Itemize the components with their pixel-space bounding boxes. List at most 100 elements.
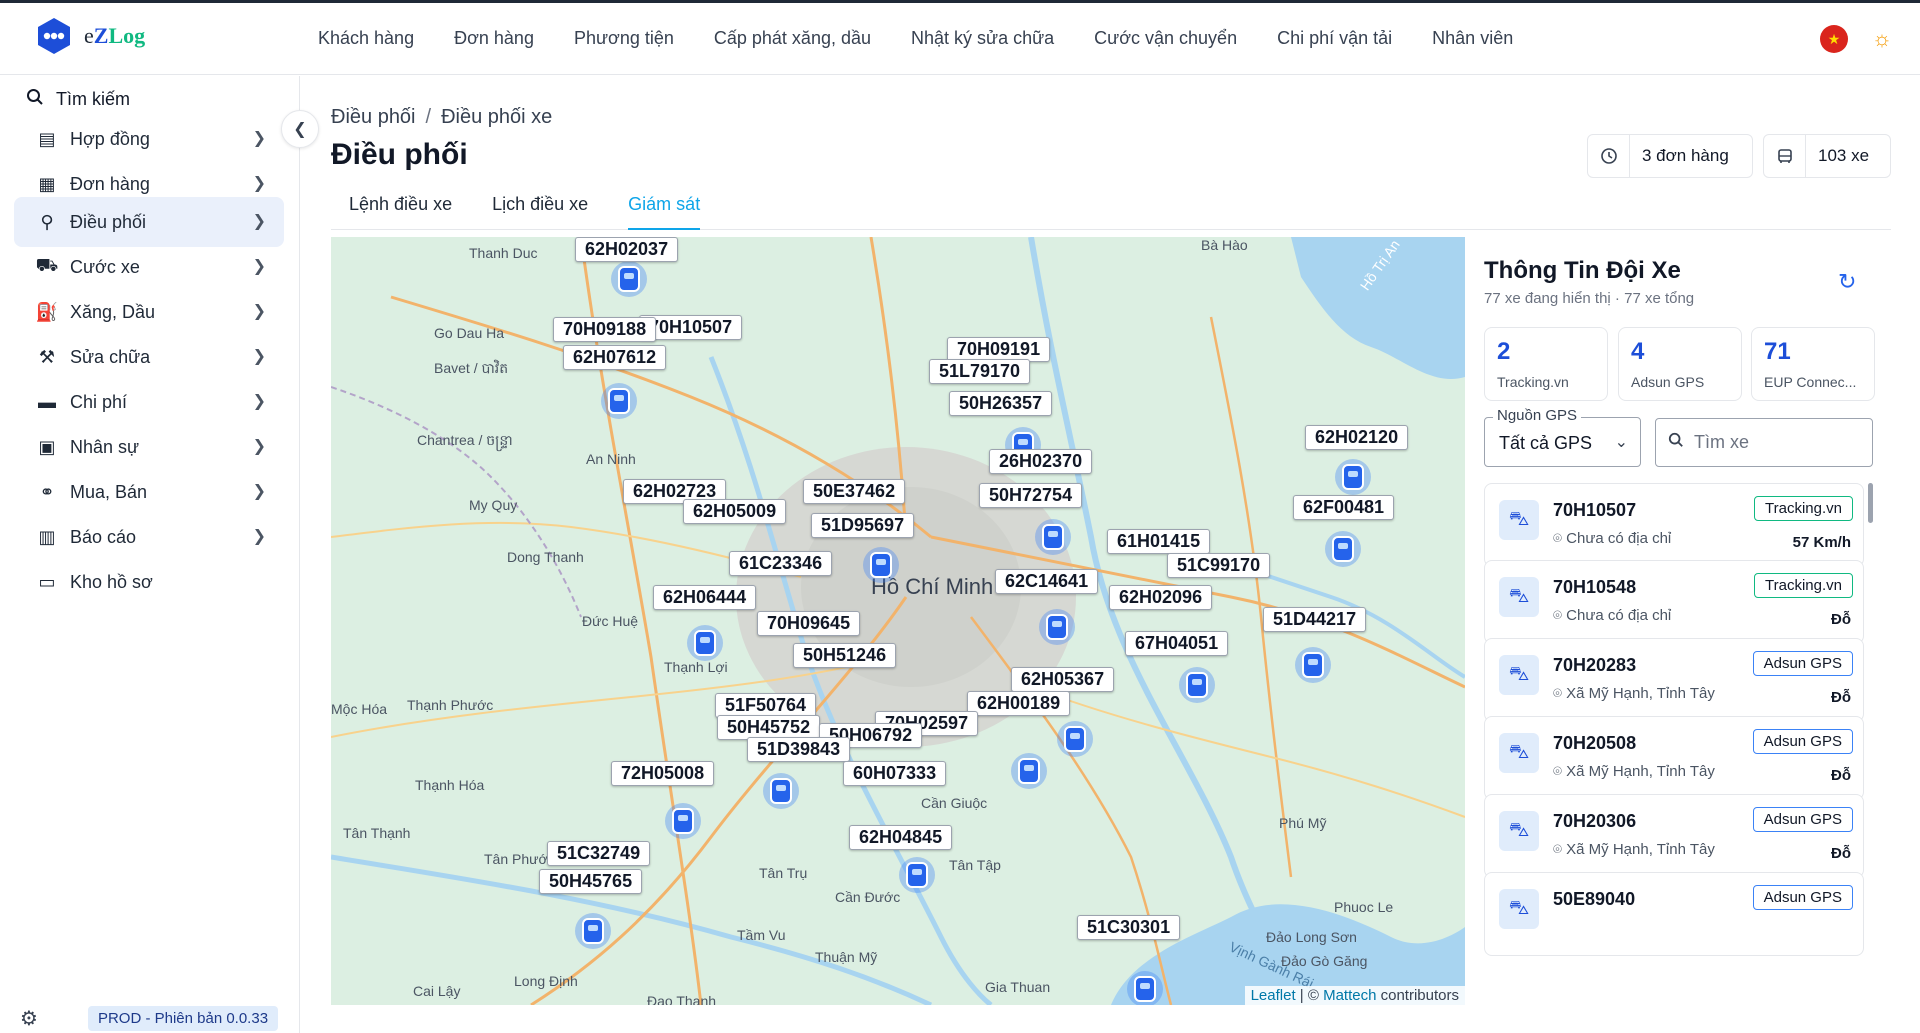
vehicle-label[interactable]: 62H02120	[1305, 425, 1409, 450]
vehicle-marker[interactable]	[1057, 721, 1093, 757]
collapse-sidebar-button[interactable]: ❮	[281, 110, 319, 148]
vehicle-marker[interactable]	[611, 261, 647, 297]
vehicle-label[interactable]: 72H05008	[611, 761, 715, 786]
sidebar-item-dispatch[interactable]: ⚲ Điều phối ❯	[14, 197, 284, 247]
place-name: Thạnh Lợi	[664, 659, 728, 675]
vehicle-marker[interactable]	[1011, 753, 1047, 789]
vehicle-label[interactable]: 51L79170	[929, 359, 1031, 384]
vehicle-label[interactable]: 50E37462	[803, 479, 906, 504]
vehicle-marker[interactable]	[1035, 519, 1071, 555]
sidebar-item-reports[interactable]: ▥ Báo cáo ❯	[14, 512, 284, 562]
vehicle-search-input[interactable]	[1694, 432, 1854, 453]
sidebar-item-hr[interactable]: ▣ Nhân sự ❯	[14, 422, 284, 472]
nav-vehicles[interactable]: Phương tiện	[574, 28, 674, 49]
vehicle-marker[interactable]	[665, 803, 701, 839]
vehicle-label[interactable]: 62C14641	[995, 569, 1099, 594]
vehicle-label[interactable]: 60H07333	[843, 761, 947, 786]
vehicle-label[interactable]: 51D44217	[1263, 607, 1367, 632]
gear-icon[interactable]: ⚙	[20, 1006, 38, 1031]
vehicle-marker[interactable]	[899, 857, 935, 893]
sidebar-item-trade[interactable]: ⚭ Mua, Bán ❯	[14, 467, 284, 517]
vehicle-marker[interactable]	[575, 913, 611, 949]
sidebar-item-fuel[interactable]: ⛽ Xăng, Dầu ❯	[14, 287, 284, 337]
vehicle-label[interactable]: 61H01415	[1107, 529, 1211, 554]
fleet-map[interactable]: Thanh Duc Go Dau Ha Bavet / បាវិត Chantr…	[331, 237, 1465, 1005]
vehicles-count-button[interactable]: 103 xe	[1763, 134, 1891, 178]
vehicle-label[interactable]: 62H05367	[1011, 667, 1115, 692]
vehicle-address-text: Xã Mỹ Hạnh, Tỉnh Tây	[1566, 841, 1715, 858]
sidebar-item-costs[interactable]: ▬ Chi phí ❯	[14, 377, 284, 427]
refresh-icon[interactable]: ↻	[1838, 269, 1856, 295]
orders-count-button[interactable]: 3 đơn hàng	[1587, 134, 1753, 178]
vehicle-card[interactable]: ⛍ 70H20508 ⌾ Xã Mỹ Hạnh, Tỉnh Tây Adsun …	[1484, 716, 1864, 800]
stat-card-tracking[interactable]: 2 Tracking.vn	[1484, 327, 1608, 401]
vehicle-label[interactable]: 62H07612	[563, 345, 667, 370]
vehicle-marker[interactable]	[601, 383, 637, 419]
vehicle-label[interactable]: 62F00481	[1293, 495, 1395, 520]
vehicle-marker[interactable]	[1039, 609, 1075, 645]
location-pin-icon: ⌾	[1553, 607, 1567, 624]
sun-icon[interactable]: ☼	[1866, 23, 1898, 55]
vehicle-marker[interactable]	[1127, 971, 1163, 1005]
vehicle-marker[interactable]	[863, 547, 899, 583]
leaflet-link[interactable]: Leaflet	[1251, 987, 1296, 1004]
vehicle-label[interactable]: 62H00189	[967, 691, 1071, 716]
vehicle-label[interactable]: 70H09188	[553, 317, 657, 342]
vehicle-label[interactable]: 67H04051	[1125, 631, 1229, 656]
vehicle-label[interactable]: 50H26357	[949, 391, 1053, 416]
vietnam-flag-icon[interactable]: ★	[1820, 25, 1848, 53]
vehicle-label[interactable]: 50H45765	[539, 869, 643, 894]
vehicle-card[interactable]: ⛍ 50E89040 Adsun GPS	[1484, 872, 1864, 956]
vehicle-card[interactable]: ⛍ 70H10507 ⌾ Chưa có địa chỉ Tracking.vn…	[1484, 483, 1864, 567]
nav-orders[interactable]: Đơn hàng	[454, 28, 534, 49]
contract-icon: ▤	[38, 128, 56, 149]
sidebar-search[interactable]: Tìm kiếm	[26, 88, 130, 111]
nav-freight[interactable]: Cước vận chuyển	[1094, 28, 1237, 49]
vehicle-marker[interactable]	[1179, 667, 1215, 703]
vehicle-label[interactable]: 50H51246	[793, 643, 897, 668]
stat-card-eup[interactable]: 71 EUP Connec...	[1751, 327, 1875, 401]
nav-customers[interactable]: Khách hàng	[318, 28, 414, 49]
nav-repair-log[interactable]: Nhật ký sửa chữa	[911, 28, 1054, 49]
vehicle-label[interactable]: 70H09645	[757, 611, 861, 636]
vehicle-label[interactable]: 62H04845	[849, 825, 953, 850]
vehicle-marker[interactable]	[1295, 647, 1331, 683]
vehicle-label[interactable]: 62H05009	[683, 499, 787, 524]
sidebar-item-archive[interactable]: ▭ Kho hồ sơ	[14, 557, 284, 607]
vehicle-list-scrollbar[interactable]	[1868, 483, 1873, 523]
vehicle-marker[interactable]	[763, 773, 799, 809]
vehicle-label[interactable]: 62H06444	[653, 585, 757, 610]
breadcrumb-item[interactable]: Điều phối	[331, 106, 416, 129]
vehicle-marker[interactable]	[687, 625, 723, 661]
vehicle-label[interactable]: 26H02370	[989, 449, 1093, 474]
tab-dispatch-schedule[interactable]: Lịch điều xe	[492, 190, 588, 230]
location-pin-icon: ⌾	[1553, 841, 1567, 858]
mattech-link[interactable]: Mattech	[1323, 987, 1376, 1004]
vehicle-card[interactable]: ⛍ 70H20306 ⌾ Xã Mỹ Hạnh, Tỉnh Tây Adsun …	[1484, 794, 1864, 878]
vehicle-label[interactable]: 51C30301	[1077, 915, 1181, 940]
sidebar-item-freight[interactable]: ⛟ Cước xe ❯	[14, 242, 284, 292]
vehicle-label[interactable]: 62H02096	[1109, 585, 1213, 610]
gps-source-select[interactable]: Nguồn GPS Tất cả GPS ⌄	[1484, 407, 1641, 467]
vehicle-label[interactable]: 51D95697	[811, 513, 915, 538]
vehicle-label[interactable]: 50H72754	[979, 483, 1083, 508]
vehicle-label[interactable]: 61C23346	[729, 551, 833, 576]
vehicle-card[interactable]: ⛍ 70H20283 ⌾ Xã Mỹ Hạnh, Tỉnh Tây Adsun …	[1484, 638, 1864, 722]
tab-dispatch-orders[interactable]: Lệnh điều xe	[349, 190, 452, 230]
tab-monitoring[interactable]: Giám sát	[628, 190, 701, 230]
app-logo[interactable]: eZLog	[34, 16, 145, 56]
sidebar-item-repair[interactable]: ⚒ Sửa chữa ❯	[14, 332, 284, 382]
vehicle-label[interactable]: 51D39843	[747, 737, 851, 762]
vehicle-card[interactable]: ⛍ 70H10548 ⌾ Chưa có địa chỉ Tracking.vn…	[1484, 560, 1864, 644]
nav-fuel[interactable]: Cấp phát xăng, dầu	[714, 28, 871, 49]
vehicle-marker[interactable]	[1335, 459, 1371, 495]
vehicle-label[interactable]: 51C99170	[1167, 553, 1271, 578]
vehicle-search[interactable]	[1655, 418, 1873, 467]
vehicle-label[interactable]: 51C32749	[547, 841, 651, 866]
sidebar-item-contracts[interactable]: ▤ Hợp đồng ❯	[14, 114, 284, 164]
nav-transport-cost[interactable]: Chi phí vận tải	[1277, 28, 1392, 49]
stat-card-adsun[interactable]: 4 Adsun GPS	[1618, 327, 1742, 401]
vehicle-marker[interactable]	[1325, 531, 1361, 567]
vehicle-label[interactable]: 62H02037	[575, 237, 679, 262]
nav-staff[interactable]: Nhân viên	[1432, 28, 1513, 49]
